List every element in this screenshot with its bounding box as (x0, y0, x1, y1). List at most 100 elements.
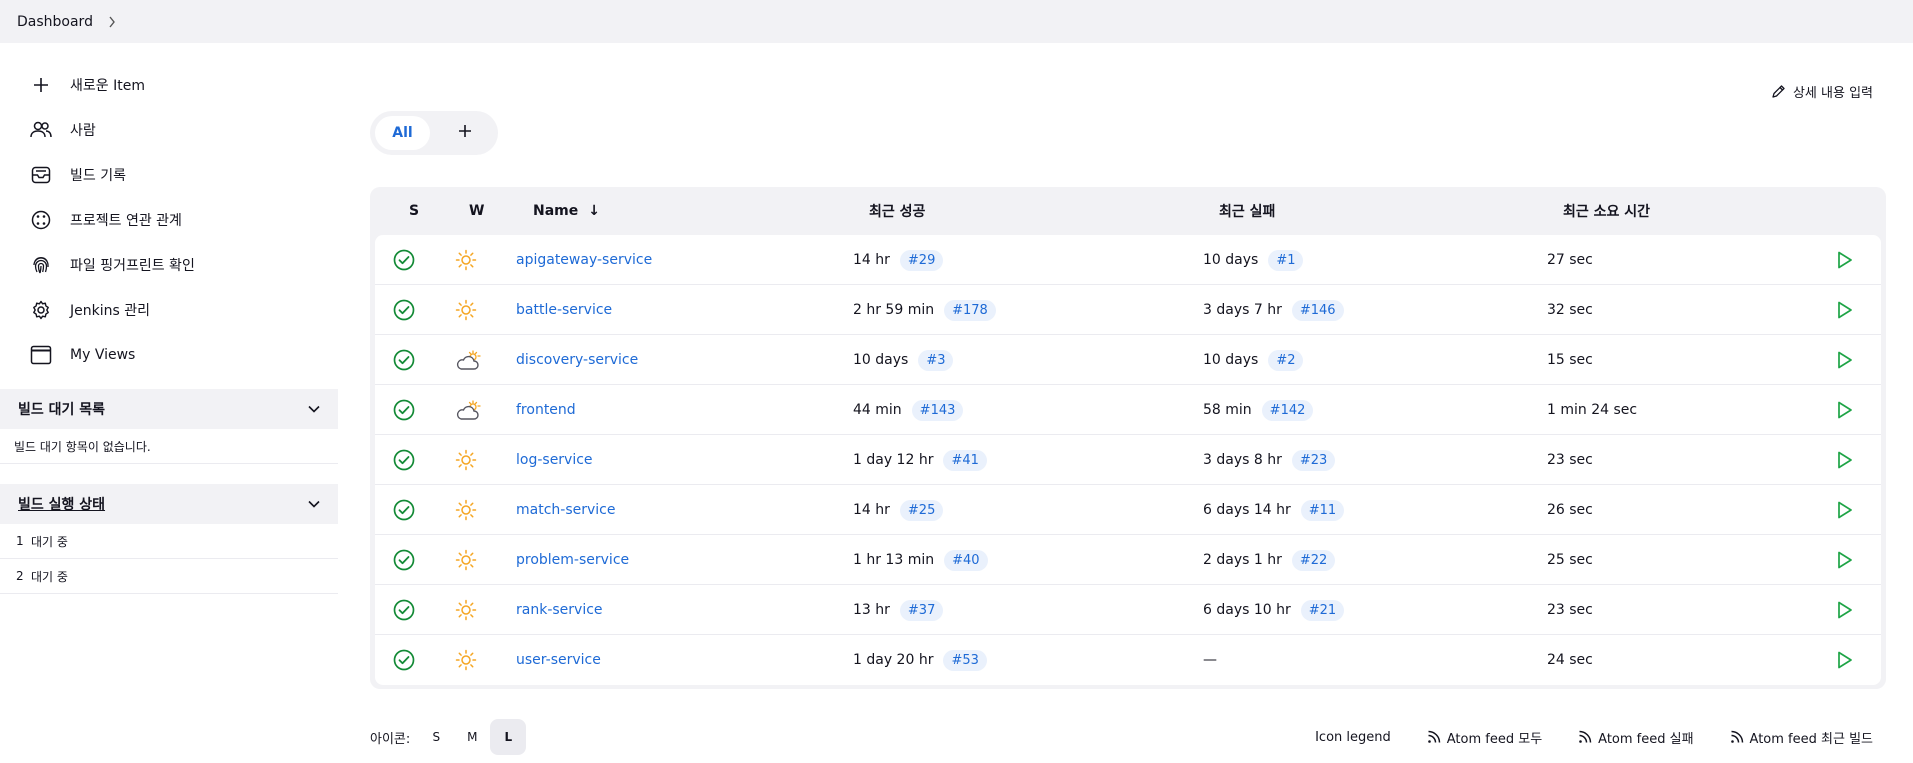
success-status-icon[interactable] (393, 435, 415, 485)
success-build-badge[interactable]: #178 (944, 299, 996, 321)
job-name-link[interactable]: problem-service (516, 552, 629, 568)
success-status-icon[interactable] (393, 535, 415, 585)
partly-cloudy-icon[interactable] (455, 335, 481, 385)
header-name[interactable]: Name ↓ (533, 187, 600, 235)
job-name-link[interactable]: apigateway-service (516, 252, 652, 268)
job-name-link[interactable]: discovery-service (516, 352, 638, 368)
sun-icon[interactable] (455, 635, 477, 685)
sidebar-item-build-history[interactable]: 빌드 기록 (0, 152, 338, 197)
success-build-badge[interactable]: #29 (899, 249, 944, 271)
play-icon[interactable] (1837, 385, 1853, 435)
add-description-button[interactable]: 상세 내용 입력 (1771, 82, 1873, 101)
success-status-icon[interactable] (393, 635, 415, 685)
add-view-button[interactable] (440, 116, 490, 150)
sun-icon[interactable] (455, 585, 477, 635)
executors-panel: 빌드 실행 상태 1 대기 중 2 대기 중 (0, 484, 338, 594)
failure-build-badge[interactable]: #22 (1291, 549, 1336, 571)
sidebar-item-my-views[interactable]: My Views (0, 332, 338, 377)
duration: 32 sec (1547, 302, 1593, 318)
failure-build-badge[interactable]: #142 (1261, 399, 1314, 421)
duration: 26 sec (1547, 502, 1593, 518)
play-icon[interactable] (1837, 335, 1853, 385)
success-status-icon[interactable] (393, 335, 415, 385)
success-build-badge[interactable]: #143 (911, 399, 964, 421)
build-queue-header[interactable]: 빌드 대기 목록 (0, 389, 338, 429)
executors-header[interactable]: 빌드 실행 상태 (0, 484, 338, 524)
play-icon[interactable] (1837, 285, 1853, 335)
sun-icon[interactable] (455, 435, 477, 485)
table-row: apigateway-service 14 hr #29 10 days #1 27 se… (375, 235, 1881, 285)
play-icon[interactable] (1837, 635, 1853, 685)
success-status-icon[interactable] (393, 235, 415, 285)
sidebar-item-label: 사람 (70, 122, 96, 139)
sidebar-item-new-item[interactable]: 새로운 Item (0, 62, 338, 107)
success-build-badge[interactable]: #3 (918, 349, 954, 371)
header-weather[interactable]: W (469, 187, 484, 235)
success-build-badge[interactable]: #41 (943, 449, 987, 471)
executor-row: 1 대기 중 (0, 524, 338, 559)
sidebar-item-fingerprint[interactable]: 파일 핑거프린트 확인 (0, 242, 338, 287)
breadcrumb-dashboard[interactable]: Dashboard (17, 14, 93, 30)
failure-build-badge[interactable]: #2 (1268, 349, 1304, 371)
sidebar-item-label: 빌드 기록 (70, 167, 126, 184)
success-status-icon[interactable] (393, 485, 415, 535)
no-failure-dash: — (1203, 652, 1217, 668)
success-build-badge[interactable]: #53 (943, 649, 987, 671)
sidebar-item-label: 파일 핑거프린트 확인 (70, 257, 195, 274)
sidebar-item-manage-jenkins[interactable]: Jenkins 관리 (0, 287, 338, 332)
job-name-link[interactable]: match-service (516, 502, 615, 518)
atom-feed-all-link[interactable]: Atom feed 모두 (1427, 728, 1542, 747)
atom-feed-latest-link[interactable]: Atom feed 최근 빌드 (1730, 728, 1873, 747)
tab-all[interactable]: All (375, 116, 430, 150)
sun-icon[interactable] (455, 485, 477, 535)
sun-icon[interactable] (455, 535, 477, 585)
header-last-success[interactable]: 최근 성공 (869, 187, 925, 235)
icon-legend-link[interactable]: Icon legend (1315, 730, 1391, 745)
job-name-link[interactable]: battle-service (516, 302, 612, 318)
failure-time: 58 min (1203, 402, 1252, 418)
sidebar-item-people[interactable]: 사람 (0, 107, 338, 152)
failure-build-badge[interactable]: #11 (1300, 499, 1345, 521)
success-build-badge[interactable]: #25 (899, 499, 944, 521)
failure-build-badge[interactable]: #1 (1268, 249, 1304, 271)
executors-title[interactable]: 빌드 실행 상태 (18, 494, 105, 514)
success-time: 1 hr 13 min (853, 552, 935, 568)
icon-size-m[interactable]: M (454, 719, 490, 755)
success-build-badge[interactable]: #37 (899, 599, 944, 621)
success-status-icon[interactable] (393, 285, 415, 335)
failure-build-badge[interactable]: #23 (1291, 449, 1336, 471)
sidebar-item-project-relationship[interactable]: 프로젝트 연관 관계 (0, 197, 338, 242)
play-icon[interactable] (1837, 535, 1853, 585)
duration: 1 min 24 sec (1547, 402, 1638, 418)
success-build-badge[interactable]: #40 (944, 549, 988, 571)
success-status-icon[interactable] (393, 385, 415, 435)
chevron-down-icon[interactable] (308, 401, 320, 417)
sidebar-item-label: My Views (70, 346, 136, 363)
success-time: 2 hr 59 min (853, 302, 935, 318)
chevron-down-icon[interactable] (308, 496, 320, 512)
success-status-icon[interactable] (393, 585, 415, 635)
job-name-link[interactable]: user-service (516, 652, 601, 668)
sun-icon[interactable] (455, 285, 477, 335)
jobs-table: S W Name ↓ 최근 성공 최근 실패 최근 소요 시간 apigatew… (370, 187, 1886, 689)
partly-cloudy-icon[interactable] (455, 385, 481, 435)
job-name-link[interactable]: frontend (516, 402, 576, 418)
header-last-duration[interactable]: 최근 소요 시간 (1563, 187, 1650, 235)
header-last-failure[interactable]: 최근 실패 (1219, 187, 1275, 235)
play-icon[interactable] (1837, 485, 1853, 535)
icon-size-l[interactable]: L (490, 719, 527, 755)
atom-feed-failed-link[interactable]: Atom feed 실패 (1578, 728, 1694, 747)
play-icon[interactable] (1837, 585, 1853, 635)
icon-size-s[interactable]: S (418, 719, 454, 755)
failure-build-badge[interactable]: #21 (1300, 599, 1345, 621)
chevron-right-icon[interactable] (105, 15, 119, 29)
play-icon[interactable] (1837, 435, 1853, 485)
failure-time: 6 days 14 hr (1203, 502, 1291, 518)
sun-icon[interactable] (455, 235, 477, 285)
table-row: rank-service 13 hr #37 6 days 10 hr #21 23 se… (375, 585, 1881, 635)
job-name-link[interactable]: rank-service (516, 602, 603, 618)
header-status[interactable]: S (409, 187, 419, 235)
failure-build-badge[interactable]: #146 (1291, 299, 1344, 321)
job-name-link[interactable]: log-service (516, 452, 593, 468)
play-icon[interactable] (1837, 235, 1853, 285)
